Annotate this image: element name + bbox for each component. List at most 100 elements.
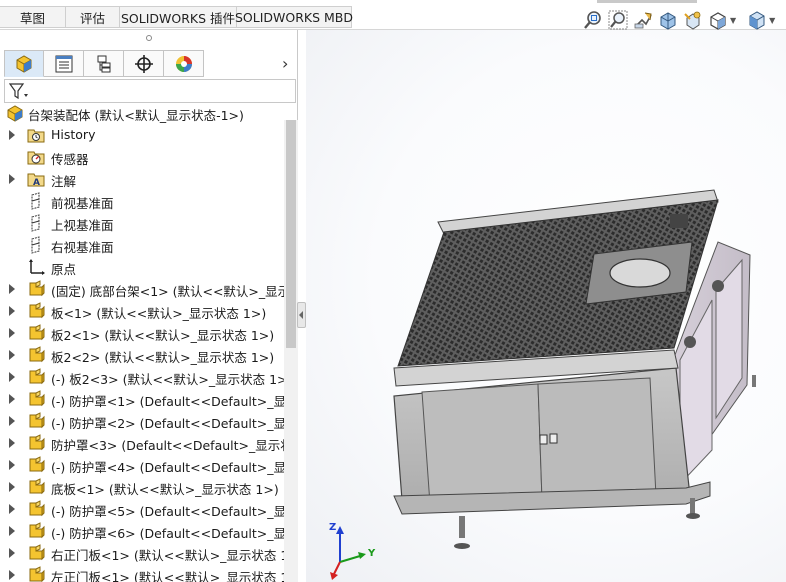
tree-item[interactable]: 底板<1> (默认<<默认>_显示状态 1>) [0, 477, 285, 497]
plane-icon [27, 214, 45, 232]
tree-item[interactable]: (-) 防护罩<4> (Default<<Default>_显示状 [0, 455, 285, 475]
plane-icon [27, 192, 45, 210]
expand-arrow-icon[interactable] [9, 394, 15, 404]
tree-item-label: (-) 防护罩<5> (Default<<Default>_显示状 [51, 504, 285, 519]
panel-grip-icon[interactable] [146, 35, 152, 41]
zoom-to-fit-icon[interactable] [582, 9, 604, 31]
tree-item[interactable]: 上视基准面 [0, 213, 285, 233]
expand-arrow-icon[interactable] [9, 174, 15, 184]
featuremanager-tree-icon[interactable] [4, 50, 44, 77]
tab-evaluate[interactable]: 评估 [66, 6, 120, 28]
tab-solidworks-mbd[interactable]: SOLIDWORKS MBD [235, 6, 353, 28]
tree-scrollbar[interactable] [284, 120, 298, 582]
expand-arrow-icon[interactable] [9, 306, 15, 316]
tab-solidworks-addins[interactable]: SOLIDWORKS 插件 [120, 6, 237, 28]
tree-item[interactable]: (-) 防护罩<2> (Default<<Default>_显示状 [0, 411, 285, 431]
tab-sketch[interactable]: 草图 [0, 6, 66, 28]
graphics-area[interactable]: Z Y [306, 30, 786, 582]
tree-item-label: (固定) 底部台架<1> (默认<<默认>_显示状 [51, 284, 285, 299]
expand-arrow-icon[interactable] [9, 570, 15, 580]
tree-item-label: 板<1> (默认<<默认>_显示状态 1>) [51, 306, 267, 321]
expand-arrow-icon[interactable] [9, 482, 15, 492]
tree-item[interactable]: (-) 防护罩<5> (Default<<Default>_显示状 [0, 499, 285, 519]
tree-item-label: 板2<1> (默认<<默认>_显示状态 1>) [51, 328, 275, 343]
heads-up-view-toolbar: ▼ ▼ [582, 8, 779, 32]
zoom-to-area-icon[interactable] [607, 9, 629, 31]
tree-item[interactable]: (-) 防护罩<1> (Default<<Default>_显示状 [0, 389, 285, 409]
feature-manager-panel: › 台架装配体 (默认<默认_显示状态-1>) History 传感器 A 注解前视基… [0, 30, 298, 582]
tree-item-label: 原点 [51, 262, 77, 277]
tree-item[interactable]: History [0, 125, 285, 145]
tree-item-label: 传感器 [51, 152, 89, 167]
tree-item[interactable]: 原点 [0, 257, 285, 277]
display-style-icon[interactable] [707, 9, 729, 31]
tree-item[interactable]: 前视基准面 [0, 191, 285, 211]
expand-arrow-icon[interactable] [9, 416, 15, 426]
part-icon [27, 368, 45, 386]
tree-scrollbar-thumb[interactable] [286, 120, 296, 348]
svg-text:A: A [33, 178, 40, 188]
display-manager-icon[interactable] [164, 50, 204, 77]
part-icon [27, 280, 45, 298]
expand-arrow-icon[interactable] [9, 438, 15, 448]
chevron-right-icon[interactable]: › [282, 54, 288, 73]
expand-arrow-icon[interactable] [9, 328, 15, 338]
part-icon [27, 566, 45, 582]
coordinate-triad: Z Y [320, 520, 380, 580]
tree-filter-bar[interactable] [4, 79, 296, 103]
part-icon [27, 544, 45, 562]
tree-item[interactable]: 防护罩<3> (Default<<Default>_显示状态 [0, 433, 285, 453]
view-orientation-icon[interactable] [682, 9, 704, 31]
filter-icon[interactable] [8, 82, 29, 100]
tree-item-label: 板2<2> (默认<<默认>_显示状态 1>) [51, 350, 275, 365]
triad-z-label: Z [329, 522, 337, 533]
display-style-dropdown-icon[interactable]: ▼ [730, 16, 736, 25]
tree-item[interactable]: 右正门板<1> (默认<<默认>_显示状态 1>) [0, 543, 285, 563]
view-cube-icon[interactable] [746, 9, 768, 31]
tree-item-label: 注解 [51, 174, 77, 189]
assembly-model[interactable] [306, 30, 786, 582]
triad-y-label: Y [368, 548, 376, 559]
expand-arrow-icon[interactable] [9, 548, 15, 558]
property-manager-icon[interactable] [44, 50, 84, 77]
tree-item[interactable]: 传感器 [0, 147, 285, 167]
tree-root-label: 台架装配体 (默认<默认_显示状态-1>) [28, 108, 244, 123]
tree-item-label: (-) 防护罩<2> (Default<<Default>_显示状 [51, 416, 285, 431]
tree-item[interactable]: A 注解 [0, 169, 285, 189]
panel-collapse-handle[interactable] [297, 302, 306, 328]
expand-arrow-icon[interactable] [9, 504, 15, 514]
part-icon [27, 302, 45, 320]
tree-item[interactable]: 板<1> (默认<<默认>_显示状态 1>) [0, 301, 285, 321]
tree-root-assembly[interactable]: 台架装配体 (默认<默认_显示状态-1>) [0, 103, 285, 123]
expand-arrow-icon[interactable] [9, 350, 15, 360]
expand-arrow-icon[interactable] [9, 130, 15, 140]
tree-item[interactable]: (-) 板2<3> (默认<<默认>_显示状态 1>) [0, 367, 285, 387]
section-view-icon[interactable] [657, 9, 679, 31]
part-icon [27, 390, 45, 408]
tree-item-label: (-) 防护罩<4> (Default<<Default>_显示状 [51, 460, 285, 475]
tree-item[interactable]: 左正门板<1> (默认<<默认>_显示状态 1>) [0, 565, 285, 582]
sensor-folder-icon [27, 148, 45, 166]
part-icon [27, 346, 45, 364]
tree-item[interactable]: 板2<2> (默认<<默认>_显示状态 1>) [0, 345, 285, 365]
tree-item-label: 右视基准面 [51, 240, 114, 255]
expand-arrow-icon[interactable] [9, 460, 15, 470]
expand-arrow-icon[interactable] [9, 284, 15, 294]
tree-item[interactable]: 右视基准面 [0, 235, 285, 255]
manager-tabs [4, 50, 204, 78]
configuration-manager-icon[interactable] [84, 50, 124, 77]
tree-item-label: 左正门板<1> (默认<<默认>_显示状态 1>) [51, 570, 285, 582]
tree-item[interactable]: 板2<1> (默认<<默认>_显示状态 1>) [0, 323, 285, 343]
previous-view-icon[interactable] [632, 9, 654, 31]
part-icon [27, 478, 45, 496]
tree-item[interactable]: (-) 防护罩<6> (Default<<Default>_显示状 [0, 521, 285, 541]
view-cube-dropdown-icon[interactable]: ▼ [769, 16, 775, 25]
tree-item[interactable]: (固定) 底部台架<1> (默认<<默认>_显示状 [0, 279, 285, 299]
tree-item-label: (-) 板2<3> (默认<<默认>_显示状态 1>) [51, 372, 285, 387]
expand-arrow-icon[interactable] [9, 526, 15, 536]
tree-item-label: 右正门板<1> (默认<<默认>_显示状态 1>) [51, 548, 285, 563]
tree-item-label: 底板<1> (默认<<默认>_显示状态 1>) [51, 482, 279, 497]
assembly-icon [6, 104, 24, 122]
dimxpert-manager-icon[interactable] [124, 50, 164, 77]
expand-arrow-icon[interactable] [9, 372, 15, 382]
